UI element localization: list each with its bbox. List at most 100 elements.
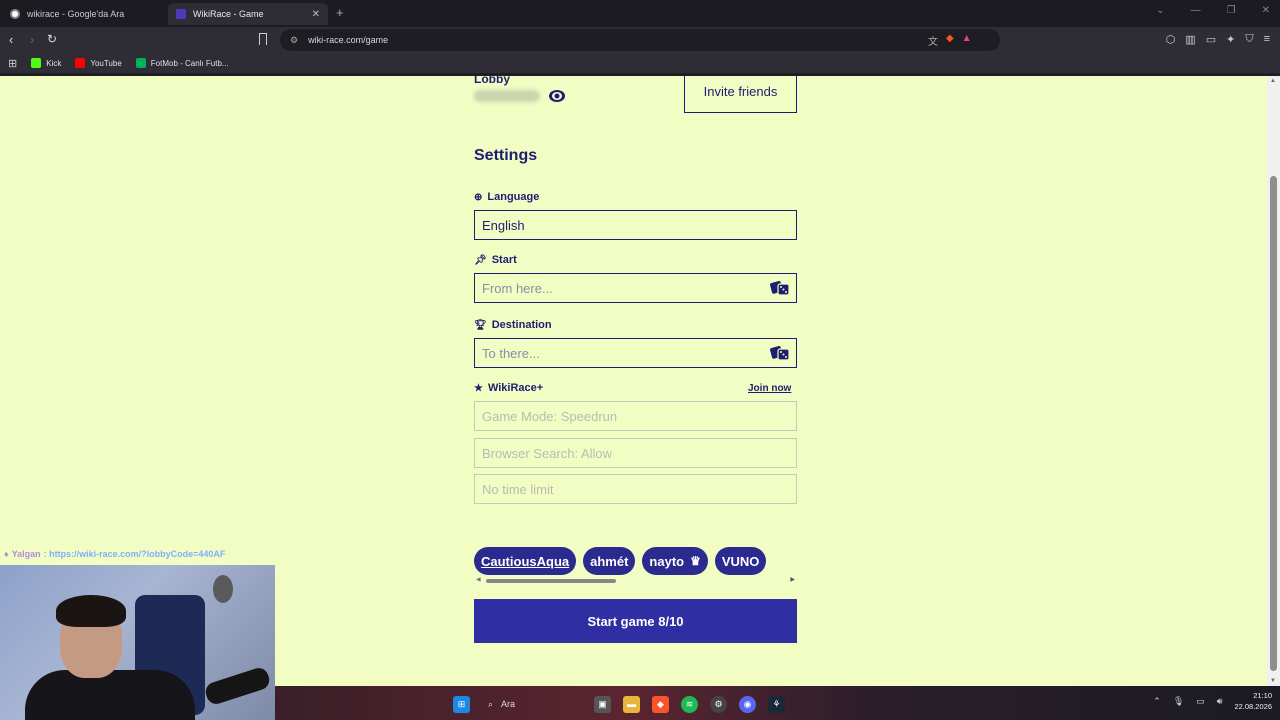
language-value: English xyxy=(482,217,525,233)
wallet-icon[interactable]: ▭ xyxy=(1206,33,1216,46)
start-game-button[interactable]: Start game 8/10 xyxy=(474,599,797,643)
player-chip[interactable]: VUNO xyxy=(714,547,767,575)
language-select[interactable]: English xyxy=(474,210,797,240)
game-mode-select: Game Mode: Speedrun xyxy=(474,401,797,431)
spotify-icon[interactable]: ≋ xyxy=(681,695,698,713)
wikirace-plus-label: ★ WikiRace+ xyxy=(474,382,543,394)
player-chip-host[interactable]: nayto ♛ xyxy=(642,547,708,575)
minimize-icon[interactable]: — xyxy=(1191,5,1201,16)
destination-input[interactable]: To there... xyxy=(474,338,797,368)
lobby-code-hidden xyxy=(474,90,540,102)
label-text: Language xyxy=(487,191,540,203)
tray-overflow-icon[interactable]: ⌃ xyxy=(1153,696,1161,707)
url-text: wiki-race.com/game xyxy=(308,35,389,45)
scroll-left-icon[interactable]: ◀ xyxy=(476,576,481,583)
player-chip[interactable]: CautiousAqua xyxy=(474,547,577,575)
time-limit-value: No time limit xyxy=(482,481,554,497)
brave-shields-icon[interactable]: ◆ xyxy=(946,33,954,48)
steam-icon[interactable]: ⚘ xyxy=(768,695,785,713)
pin-icon: 📌︎ xyxy=(474,254,487,266)
crown-icon: ♛ xyxy=(690,554,701,568)
bookmark-label: Kick xyxy=(46,58,62,68)
label-text: Destination xyxy=(491,319,552,331)
translate-icon[interactable]: 文 xyxy=(928,33,938,48)
scroll-thumb[interactable] xyxy=(486,579,616,583)
brave-browser-icon[interactable]: ◆ xyxy=(652,695,669,713)
chat-username: Yalgan xyxy=(11,549,41,559)
close-window-icon[interactable]: ✕ xyxy=(1262,5,1270,16)
leo-ai-icon[interactable]: ✦ xyxy=(1226,33,1235,46)
browser-search-select: Browser Search: Allow xyxy=(474,438,797,468)
site-info-icon[interactable]: ⚙ xyxy=(290,35,298,46)
start-input[interactable]: From here... xyxy=(474,273,797,303)
tab-google-search[interactable]: wikirace - Google'da Ara xyxy=(2,3,164,25)
file-explorer-icon[interactable]: ▬ xyxy=(623,695,640,713)
forward-icon[interactable]: › xyxy=(30,32,34,47)
taskbar-search[interactable]: ⌕ Ara xyxy=(482,693,582,715)
eye-icon[interactable] xyxy=(548,89,566,103)
menu-icon[interactable]: ≡ xyxy=(1264,33,1270,46)
user-badge-icon: ♦ xyxy=(4,549,9,559)
vpn-icon[interactable]: ⛉ xyxy=(1245,33,1253,46)
back-icon[interactable]: ‹ xyxy=(9,32,13,47)
tab-title: WikiRace - Game xyxy=(193,9,264,19)
webcam-overlay xyxy=(0,565,275,720)
microphone-icon[interactable]: 🎙︎ xyxy=(1173,696,1184,707)
scroll-down-icon[interactable]: ▼ xyxy=(1270,678,1276,684)
bookmark-label: YouTube xyxy=(90,58,122,68)
dice-random-icon[interactable] xyxy=(770,280,790,296)
settings-title: Settings xyxy=(474,147,538,164)
kick-icon xyxy=(31,58,42,68)
discord-icon[interactable]: ◉ xyxy=(739,695,756,713)
task-view-icon[interactable]: ▣ xyxy=(594,695,611,713)
brave-rewards-icon[interactable]: ▲ xyxy=(962,33,972,48)
start-label: 📌︎ Start xyxy=(474,254,517,266)
fotmob-icon xyxy=(135,58,146,68)
join-now-link[interactable]: Join now xyxy=(748,383,791,394)
scroll-up-icon[interactable]: ▲ xyxy=(1270,78,1276,84)
clock-time: 21:10 xyxy=(1253,691,1272,700)
browser-tab-bar: wikirace - Google'da Ara WikiRace - Game… xyxy=(0,0,1280,27)
youtube-icon xyxy=(75,58,86,68)
player-list-scrollbar[interactable]: ◀ ▶ xyxy=(474,577,797,585)
dice-random-icon[interactable] xyxy=(770,345,790,361)
maximize-icon[interactable]: ❐ xyxy=(1227,5,1236,16)
invite-friends-button[interactable]: Invite friends xyxy=(684,76,797,113)
bookmark-kick[interactable]: Kick xyxy=(31,58,61,68)
system-tray: ⌃ 🎙︎ ▭ 🔊︎ 21:10 22.08.2026 xyxy=(1153,690,1272,712)
url-field[interactable]: ⚙ wiki-race.com/game xyxy=(280,29,1000,51)
game-mode-value: Game Mode: Speedrun xyxy=(482,408,618,424)
globe-icon: ⊕ xyxy=(474,191,483,203)
bookmark-fotmob[interactable]: FotMob - Canlı Futb... xyxy=(135,58,229,68)
window-controls: ⌄ — ❐ ✕ xyxy=(1156,5,1270,16)
network-icon[interactable]: ▭ xyxy=(1196,696,1205,707)
clock[interactable]: 21:10 22.08.2026 xyxy=(1234,690,1272,712)
time-limit-select: No time limit xyxy=(474,474,797,504)
label-text: WikiRace+ xyxy=(487,382,544,394)
app-icon[interactable]: ⚙ xyxy=(710,695,727,713)
scroll-thumb[interactable] xyxy=(1270,176,1277,671)
apps-grid-icon[interactable]: ⊞ xyxy=(8,57,17,70)
extensions-icon[interactable]: ⬡ xyxy=(1166,33,1176,46)
new-tab-icon[interactable]: + xyxy=(336,5,344,20)
wikirace-favicon-icon xyxy=(176,9,186,19)
bookmark-icon[interactable] xyxy=(259,33,267,45)
bookmarks-bar: ⊞ Kick YouTube FotMob - Canlı Futb... xyxy=(0,53,1280,73)
player-list: CautiousAqua ahmét nayto ♛ VUNO xyxy=(474,547,797,575)
reload-icon[interactable]: ↻ xyxy=(47,32,57,46)
search-icon: ⌕ xyxy=(488,698,494,709)
tab-wikirace-game[interactable]: WikiRace - Game ✕ xyxy=(168,3,328,25)
browser-toolbar-icons: ⬡ ▥ ▭ ✦ ⛉ ≡ xyxy=(1166,33,1270,46)
bookmark-youtube[interactable]: YouTube xyxy=(75,58,122,68)
volume-icon[interactable]: 🔊︎ xyxy=(1217,696,1223,707)
page-scrollbar[interactable]: ▲ ▼ xyxy=(1267,76,1280,686)
sidebar-icon[interactable]: ▥ xyxy=(1185,33,1195,46)
scroll-right-icon[interactable]: ▶ xyxy=(790,576,795,583)
streamer-hair xyxy=(56,595,126,627)
streamer-body xyxy=(25,670,195,720)
tab-list-icon[interactable]: ⌄ xyxy=(1156,5,1164,16)
close-tab-icon[interactable]: ✕ xyxy=(312,9,320,20)
player-chip[interactable]: ahmét xyxy=(583,547,636,575)
windows-start-icon[interactable]: ⊞ xyxy=(453,695,470,713)
lobby-title: Lobby xyxy=(474,76,510,86)
